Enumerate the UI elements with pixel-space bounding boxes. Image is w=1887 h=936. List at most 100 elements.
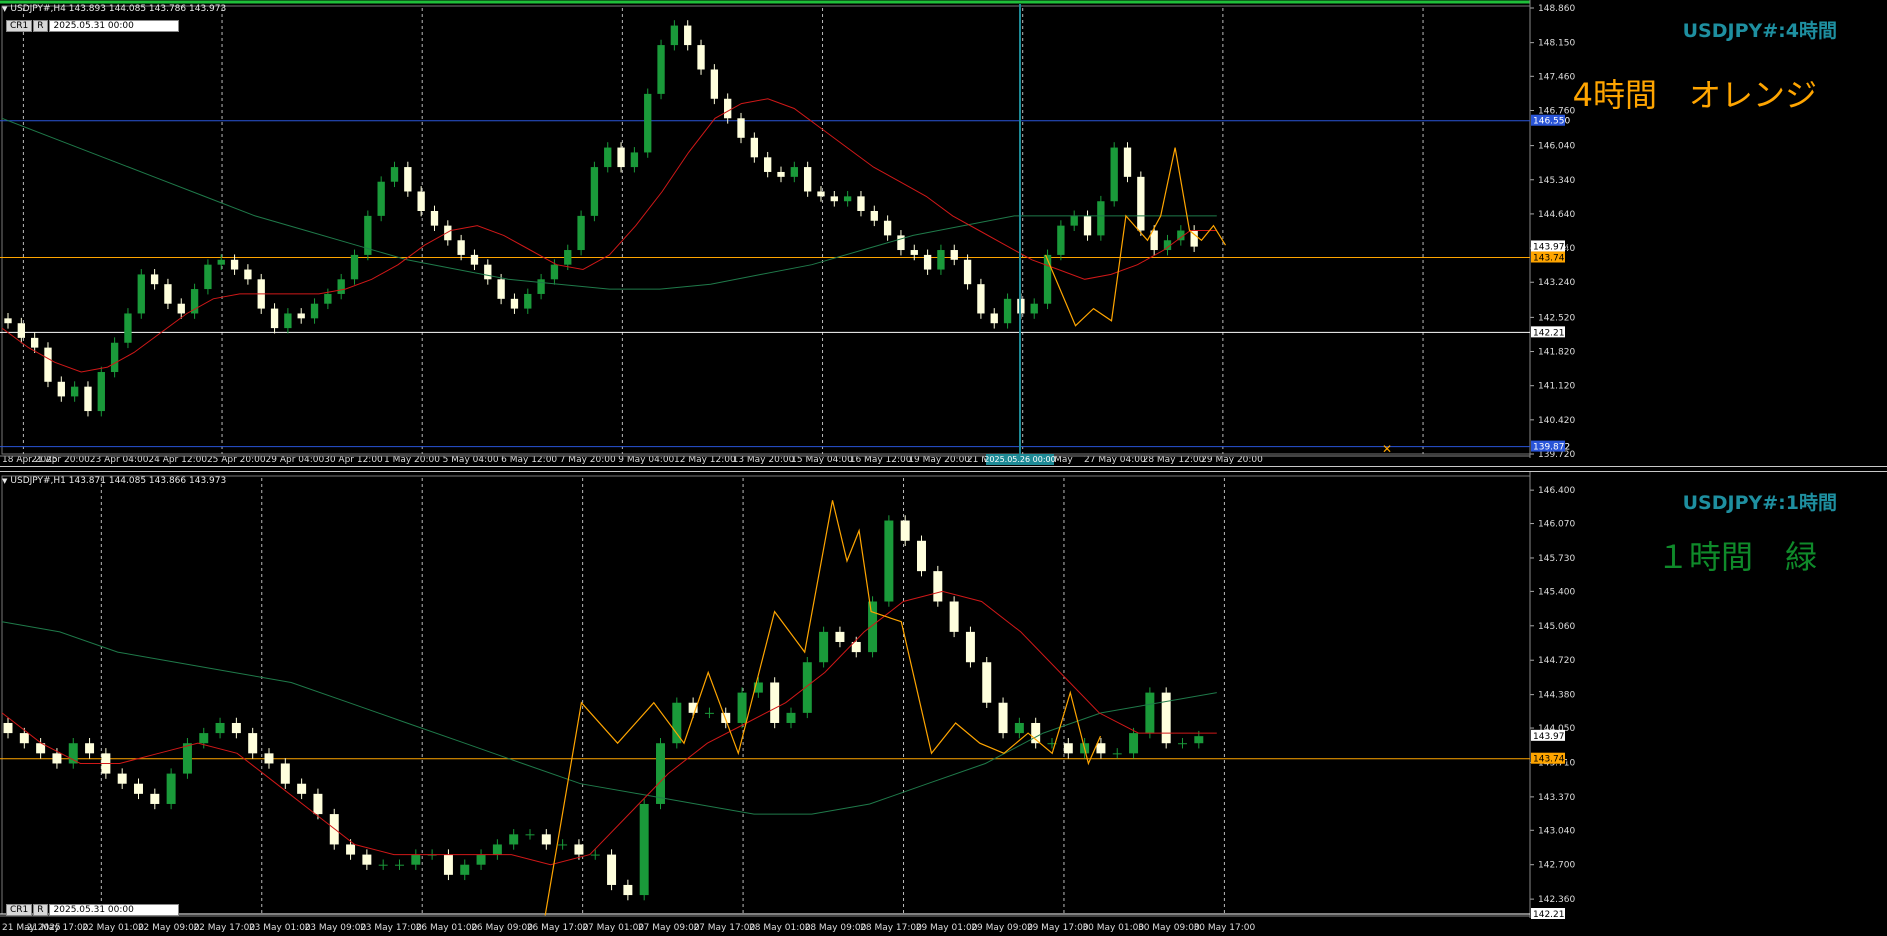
price-tick-label: 145.060 xyxy=(1538,622,1575,632)
price-tick-label: 148.860 xyxy=(1538,4,1575,14)
candle-body xyxy=(710,69,719,99)
candle-body xyxy=(900,520,910,541)
candle-body xyxy=(313,793,323,815)
h1-symbol-label: USDJPY#:1時間 xyxy=(1682,492,1837,514)
candle-body xyxy=(404,167,412,192)
h4-note-label: 4時間 オレンジ xyxy=(1572,76,1817,114)
price-tick-label: 147.460 xyxy=(1538,72,1575,82)
time-label: 30 May 09:00 xyxy=(1138,923,1200,933)
price-tick-label: 143.040 xyxy=(1538,826,1575,836)
candle-body xyxy=(786,712,796,723)
candle-body xyxy=(476,854,486,865)
h4-controls[interactable]: CR1 R 2025.05.31 00:00 xyxy=(6,20,179,32)
candle-body xyxy=(124,313,132,343)
h1-chart-pane[interactable]: 146.400 146.070 145.730 145.400 145.060 144.7… xyxy=(0,472,1887,936)
time-label: 23 May 01:00 xyxy=(249,923,311,933)
candle-body xyxy=(977,284,985,314)
candle-body xyxy=(525,834,535,836)
candle-body xyxy=(297,313,305,319)
h1-header: ▼ USDJPY#,H1 143.871 144.085 143.866 143.… xyxy=(2,476,226,486)
candle-body xyxy=(998,702,1008,734)
candle-body xyxy=(52,753,62,764)
candle-body xyxy=(70,386,79,397)
candle-body xyxy=(965,631,975,663)
candle-body xyxy=(923,254,932,270)
candle-body xyxy=(1070,215,1078,226)
candle-body xyxy=(802,662,812,713)
time-label: 29 May 17:00 xyxy=(1027,923,1089,933)
candle-body xyxy=(644,93,652,153)
candle-body xyxy=(150,793,160,804)
candle-body xyxy=(264,753,274,764)
r-button[interactable]: R xyxy=(33,904,48,916)
candle-body xyxy=(558,844,568,846)
plot-frame xyxy=(1,475,1531,915)
candle-body xyxy=(297,783,307,794)
time-label: 28 May 09:00 xyxy=(805,923,867,933)
candle-body xyxy=(1178,743,1187,745)
candle-body xyxy=(84,386,92,412)
candle-body xyxy=(182,743,192,774)
candle-body xyxy=(68,743,78,764)
candle-body xyxy=(346,844,356,855)
candle-body xyxy=(190,289,199,314)
candle-body xyxy=(460,864,470,875)
candle-body xyxy=(378,864,388,866)
h4-header: ▼ USDJPY#,H4 143.893 144.085 143.786 143.… xyxy=(2,4,226,14)
candle-body xyxy=(857,196,865,211)
candle-body xyxy=(835,631,845,642)
time-label: 30 May 01:00 xyxy=(1082,923,1144,933)
candle-body xyxy=(564,250,572,265)
h4-chart-pane[interactable]: 148.860 148.150 147.460 146.760 146.040 145.3… xyxy=(0,0,1887,466)
candle-body xyxy=(30,337,39,348)
candle-body xyxy=(868,601,878,653)
candle-body xyxy=(933,571,943,602)
time-label: 27 May 01:00 xyxy=(582,923,644,933)
cr1-button[interactable]: CR1 xyxy=(6,20,33,32)
price-tick-label: 142.360 xyxy=(1538,895,1575,905)
price-tick-label: 144.380 xyxy=(1538,691,1575,701)
price-badge-label: 143.747 xyxy=(1533,755,1570,765)
candle-body xyxy=(231,722,241,734)
candle-body xyxy=(350,254,359,280)
candle-body xyxy=(390,167,399,182)
candle-body xyxy=(85,743,95,754)
candle-body xyxy=(574,844,584,855)
h1-controls[interactable]: CR1 R 2025.05.31 00:00 xyxy=(6,904,179,916)
candle-body xyxy=(657,45,665,94)
price-tick-label: 146.400 xyxy=(1538,486,1575,496)
candle-body xyxy=(990,313,998,324)
candle-body xyxy=(897,235,905,251)
zigzag-line xyxy=(1044,147,1227,327)
collapse-triangle-icon[interactable]: ▼ xyxy=(2,477,7,485)
h1-chart-svg[interactable]: 146.400 146.070 145.730 145.400 145.060 144.7… xyxy=(0,472,1887,936)
price-tick-label: 148.150 xyxy=(1538,39,1575,49)
price-tick-label: 145.730 xyxy=(1538,554,1575,564)
date-field[interactable]: 2025.05.31 00:00 xyxy=(48,904,179,916)
candle-body xyxy=(1145,692,1155,734)
r-button[interactable]: R xyxy=(33,20,48,32)
time-label: 28 May 17:00 xyxy=(860,923,922,933)
collapse-triangle-icon[interactable]: ▼ xyxy=(2,5,7,13)
h1-note-label: １時間 緑 xyxy=(1656,538,1817,576)
candle-body xyxy=(17,323,25,338)
cr1-button[interactable]: CR1 xyxy=(6,904,33,916)
candle-body xyxy=(177,303,185,314)
candle-body xyxy=(1083,215,1092,236)
date-field[interactable]: 2025.05.31 00:00 xyxy=(48,20,179,32)
price-tick-label: 141.820 xyxy=(1538,348,1575,358)
candle-body xyxy=(541,834,551,845)
time-label: 29 May 01:00 xyxy=(916,923,978,933)
candle-body xyxy=(1097,201,1105,236)
candle-body xyxy=(1129,733,1139,754)
candle-body xyxy=(697,45,705,70)
candle-body xyxy=(1030,303,1038,314)
candle-body xyxy=(963,259,972,285)
time-label: 22 May 17:00 xyxy=(193,923,255,933)
candle-body xyxy=(1057,225,1065,255)
candle-body xyxy=(656,743,665,804)
ma-fast-line xyxy=(1,98,1217,373)
candle-body xyxy=(166,773,176,804)
candle-body xyxy=(639,803,649,896)
candle-body xyxy=(949,601,959,632)
